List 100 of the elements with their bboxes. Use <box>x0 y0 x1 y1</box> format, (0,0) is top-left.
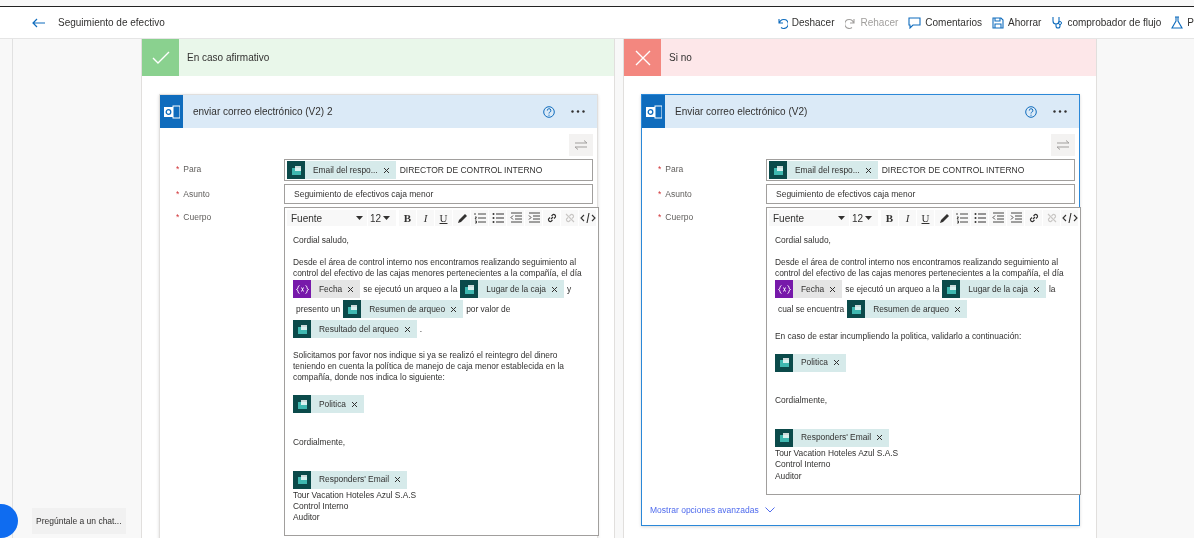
dynamic-content-token[interactable]: Politica <box>293 395 364 414</box>
remove-token-button[interactable] <box>394 476 402 484</box>
pen-button[interactable] <box>453 210 470 226</box>
underline-button[interactable]: U <box>435 210 452 226</box>
card-title: enviar correo electrónico (V2) 2 <box>193 106 333 117</box>
italic-button[interactable]: I <box>899 210 916 226</box>
body-text: Tour Vacation Hoteles Azul S.A.S <box>293 489 417 501</box>
flow-title: Seguimiento de efectivo <box>58 17 165 28</box>
token-label: Responders' Email <box>801 432 872 444</box>
table-icon <box>347 304 357 314</box>
link-button[interactable] <box>1025 210 1042 226</box>
card-header[interactable]: Enviar correo electrónico (V2) <box>642 95 1079 128</box>
italic-button[interactable]: I <box>417 210 434 226</box>
bullets-button[interactable] <box>489 210 506 226</box>
undo-button[interactable]: Deshacer <box>775 16 835 29</box>
remove-token-button[interactable] <box>351 400 358 408</box>
redo-icon <box>844 16 857 29</box>
code-icon <box>1061 212 1078 224</box>
to-field[interactable]: Email del respo... DIRECTOR DE CONTROL INTERNO <box>766 159 1075 181</box>
remove-token-button[interactable] <box>382 166 390 174</box>
dynamic-content-token[interactable]: Politica <box>775 353 846 372</box>
remove-token-button[interactable] <box>954 305 961 313</box>
token-label: Lugar de la caja <box>968 283 1028 295</box>
token-label: Email del respo... <box>313 165 378 175</box>
more-icon <box>1053 110 1067 113</box>
dynamic-content-token[interactable]: Resultado del arqueo <box>293 320 417 339</box>
table-icon <box>946 284 956 294</box>
font-dropdown[interactable]: Fuente <box>769 210 849 226</box>
remove-token-button[interactable] <box>550 285 558 293</box>
comments-button[interactable]: Comentarios <box>908 16 982 29</box>
remove-token-button[interactable] <box>876 434 884 442</box>
body-text: Cordial saludo, <box>775 235 831 247</box>
code-button[interactable] <box>579 210 596 226</box>
required-asterisk: * <box>658 212 662 224</box>
table-icon <box>291 165 301 175</box>
swap-arrows-icon <box>574 140 588 150</box>
dynamic-content-token[interactable]: Lugar de la caja <box>460 280 564 299</box>
code-button[interactable] <box>1061 210 1078 226</box>
dynamic-content-token[interactable]: Fecha <box>775 280 843 299</box>
remove-token-button[interactable] <box>1032 285 1040 293</box>
variable-icon <box>295 284 309 294</box>
remove-token-button[interactable] <box>833 359 840 367</box>
body-text: Desde el área de control interno nos encontramos realizando seguimiento al control del efectivo de las cajas menores pertenecientes a la compañía, el día <box>775 257 1065 280</box>
bullets-button[interactable] <box>971 210 988 226</box>
card-title: Enviar correo electrónico (V2) <box>675 106 808 117</box>
body-editor[interactable] <box>766 207 1081 495</box>
token-label: Politica <box>319 398 346 410</box>
font-size-dropdown[interactable]: 12 <box>850 210 878 226</box>
body-editor[interactable] <box>284 207 599 537</box>
dynamic-content-token[interactable]: Lugar de la caja <box>942 280 1046 299</box>
indent-icon <box>527 212 540 224</box>
font-size-dropdown[interactable]: 12 <box>368 210 396 226</box>
help-button[interactable] <box>543 105 555 118</box>
remove-token-button[interactable] <box>829 285 837 293</box>
remove-token-button[interactable] <box>347 285 355 293</box>
dynamic-content-token[interactable]: Responders' Email <box>293 470 408 489</box>
variable-icon <box>777 284 791 294</box>
outlook-icon <box>645 104 662 119</box>
dynamic-content-token[interactable]: Email del respo... <box>769 161 878 179</box>
remove-token-button[interactable] <box>864 166 872 174</box>
subject-field[interactable]: Seguimiento de efectivos caja menor <box>284 184 593 204</box>
pen-icon <box>937 212 950 224</box>
token-label: Fecha <box>319 283 343 295</box>
advanced-options-link[interactable]: Mostrar opciones avanzadas <box>650 504 775 515</box>
font-dropdown[interactable]: Fuente <box>287 210 367 226</box>
underline-button[interactable]: U <box>917 210 934 226</box>
save-button[interactable]: Ahorrar <box>992 16 1042 29</box>
remove-token-button[interactable] <box>450 305 458 313</box>
dynamic-content-token[interactable]: Responders' Email <box>775 428 890 447</box>
remove-token-button[interactable] <box>403 325 411 333</box>
body-text: Cordialmente, <box>775 394 828 406</box>
back-button[interactable] <box>32 17 45 28</box>
checker-button[interactable]: comprobador de flujo <box>1051 16 1162 29</box>
subject-field[interactable]: Seguimiento de efectivos caja menor <box>766 184 1075 204</box>
close-icon <box>833 359 840 367</box>
bold-button[interactable]: B <box>399 210 416 226</box>
test-button[interactable]: P <box>1171 16 1194 29</box>
chat-bubble-button[interactable] <box>0 504 18 538</box>
swap-arrows-icon <box>1056 140 1070 150</box>
bold-button[interactable]: B <box>881 210 898 226</box>
help-button[interactable] <box>1025 105 1037 118</box>
pen-button[interactable] <box>935 210 952 226</box>
close-icon <box>347 285 355 293</box>
dynamic-content-token[interactable]: Email del respo... <box>287 161 396 179</box>
dynamic-content-token[interactable]: Fecha <box>293 280 361 299</box>
link-icon <box>545 212 558 224</box>
close-icon <box>876 434 884 442</box>
field-label: Cuerpo <box>665 212 694 224</box>
bulleted-list-icon <box>491 212 504 224</box>
body-text: y <box>566 283 572 295</box>
field-label: Asunto <box>665 189 692 201</box>
dynamic-content-token[interactable]: Resumen de arqueo <box>847 300 967 319</box>
dynamic-content-token[interactable]: Resumen de arqueo <box>343 300 464 319</box>
field-label: Cuerpo <box>183 212 212 224</box>
chat-prompt-button[interactable]: Pregúntale a un chat... <box>32 508 126 534</box>
link-button[interactable] <box>543 210 560 226</box>
card-header[interactable]: enviar correo electrónico (V2) 2 <box>160 95 597 128</box>
chevron-down-icon <box>764 506 775 513</box>
action-card[interactable] <box>641 94 1080 526</box>
to-field[interactable]: Email del respo... DIRECTOR DE CONTROL INTERNO <box>284 159 593 181</box>
